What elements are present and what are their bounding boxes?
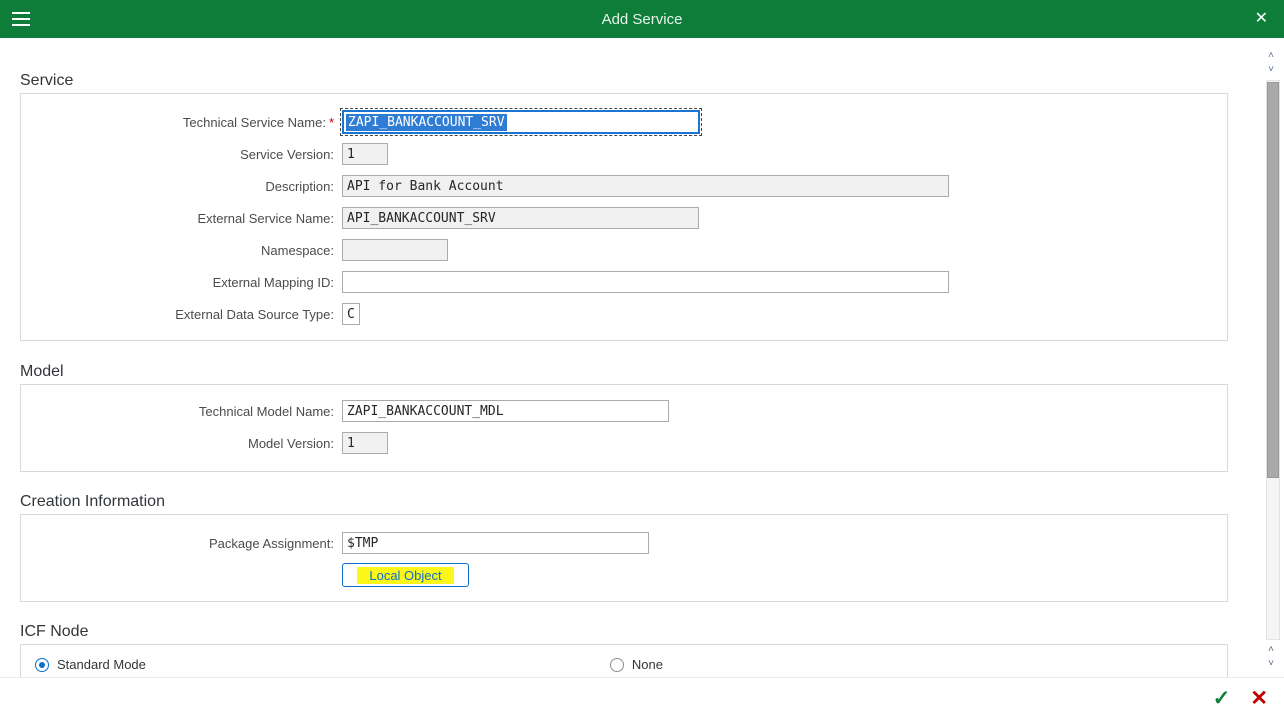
namespace-input[interactable] xyxy=(342,239,448,261)
section-title-creation-information: Creation Information xyxy=(20,492,1248,512)
technical-service-name-label: Technical Service Name:* xyxy=(21,115,334,130)
dialog-body: Service Technical Service Name:* ZAPI_BA… xyxy=(0,38,1248,687)
field-row: Local Object xyxy=(21,559,1227,591)
none-label: None xyxy=(632,657,663,672)
none-radio[interactable] xyxy=(610,658,624,672)
section-title-model: Model xyxy=(20,362,1248,382)
technical-model-name-input[interactable] xyxy=(342,400,669,422)
field-row: Service Version: xyxy=(21,138,1227,170)
description-input[interactable] xyxy=(342,175,949,197)
local-object-button[interactable]: Local Object xyxy=(342,563,469,587)
external-data-source-type-label: External Data Source Type: xyxy=(21,307,334,322)
scroll-down-icon-bottom[interactable]: ˅ xyxy=(1264,658,1278,671)
field-row: Description: xyxy=(21,170,1227,202)
external-service-name-label: External Service Name: xyxy=(21,211,334,226)
standard-mode-radio[interactable] xyxy=(35,658,49,672)
external-data-source-type-input[interactable] xyxy=(342,303,360,325)
scroll-up-icon[interactable]: ˄ xyxy=(1264,50,1278,63)
section-title-service: Service xyxy=(20,71,1248,91)
selected-text: ZAPI_BANKACCOUNT_SRV xyxy=(346,114,507,131)
model-version-input[interactable] xyxy=(342,432,388,454)
standard-mode-label: Standard Mode xyxy=(57,657,146,672)
field-row: External Service Name: xyxy=(21,202,1227,234)
dialog-header: Add Service ✕ xyxy=(0,0,1284,38)
service-version-input[interactable] xyxy=(342,143,388,165)
service-section: Technical Service Name:* ZAPI_BANKACCOUN… xyxy=(20,93,1228,341)
scroll-down-icon[interactable]: ˅ xyxy=(1264,64,1278,77)
menu-icon[interactable] xyxy=(10,9,32,29)
field-row: Model Version: xyxy=(21,427,1227,459)
none-option[interactable]: None xyxy=(610,657,663,672)
standard-mode-option[interactable]: Standard Mode xyxy=(35,657,146,672)
package-assignment-input[interactable] xyxy=(342,532,649,554)
package-assignment-label: Package Assignment: xyxy=(21,536,334,551)
technical-service-name-input[interactable]: ZAPI_BANKACCOUNT_SRV xyxy=(342,110,700,134)
section-title-icf-node: ICF Node xyxy=(20,622,1248,642)
field-row: External Mapping ID: xyxy=(21,266,1227,298)
field-row: Technical Model Name: xyxy=(21,395,1227,427)
external-mapping-id-label: External Mapping ID: xyxy=(21,275,334,290)
field-row: Package Assignment: xyxy=(21,527,1227,559)
service-version-label: Service Version: xyxy=(21,147,334,162)
local-object-button-label: Local Object xyxy=(357,567,453,584)
required-indicator: * xyxy=(329,115,334,130)
scrollbar-thumb[interactable] xyxy=(1267,82,1279,478)
description-label: Description: xyxy=(21,179,334,194)
scroll-up-icon-bottom[interactable]: ˄ xyxy=(1264,644,1278,657)
creation-information-section: Package Assignment: Local Object xyxy=(20,514,1228,602)
model-version-label: Model Version: xyxy=(21,436,334,451)
confirm-check-icon[interactable]: ✓ xyxy=(1213,688,1231,709)
field-row: Technical Service Name:* ZAPI_BANKACCOUN… xyxy=(21,106,1227,138)
field-row: Namespace: xyxy=(21,234,1227,266)
vertical-scrollbar[interactable] xyxy=(1266,80,1280,640)
model-section: Technical Model Name: Model Version: xyxy=(20,384,1228,472)
external-service-name-input[interactable] xyxy=(342,207,699,229)
external-mapping-id-input[interactable] xyxy=(342,271,949,293)
dialog-footer: ✓ ✕ xyxy=(0,677,1284,719)
namespace-label: Namespace: xyxy=(21,243,334,258)
cancel-x-icon[interactable]: ✕ xyxy=(1250,688,1268,709)
dialog-title: Add Service xyxy=(0,11,1284,28)
close-icon[interactable]: ✕ xyxy=(1255,11,1268,27)
field-row: External Data Source Type: xyxy=(21,298,1227,330)
technical-model-name-label: Technical Model Name: xyxy=(21,404,334,419)
